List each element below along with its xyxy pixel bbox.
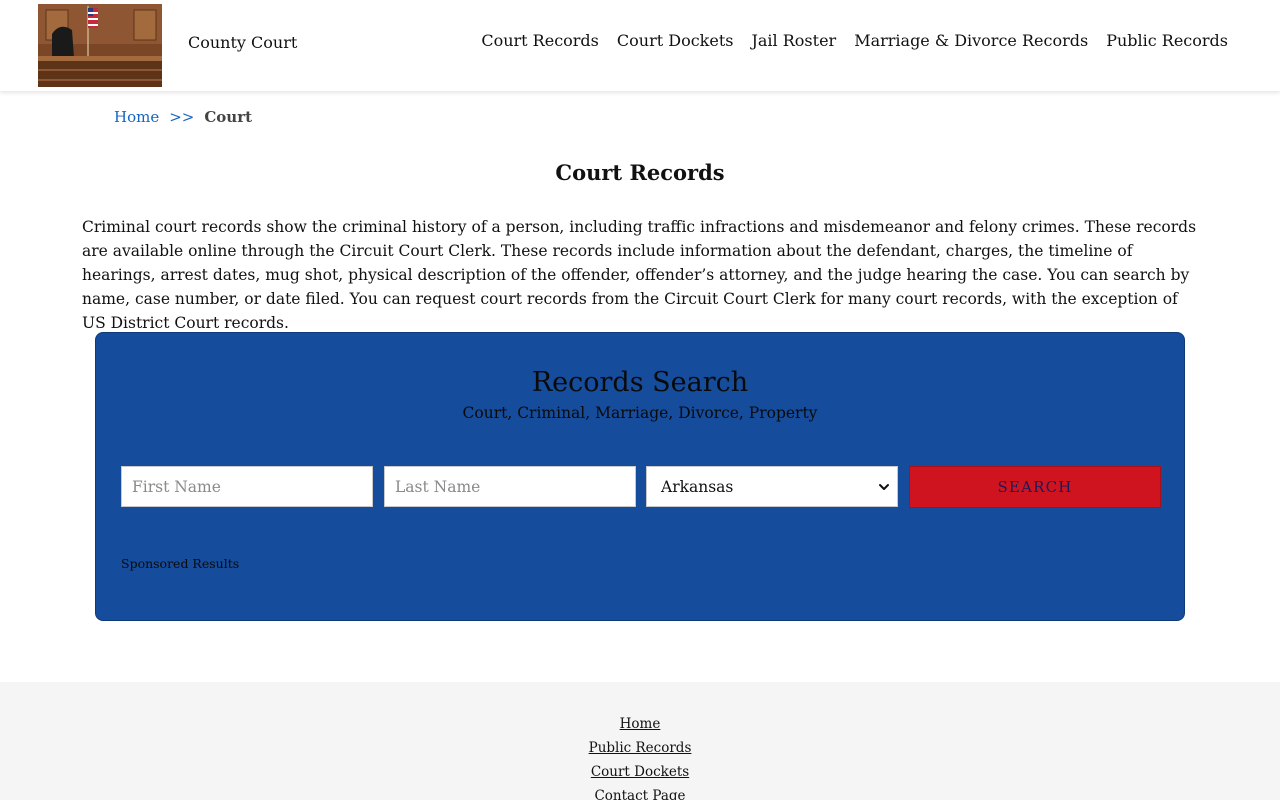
footer-link-home[interactable]: Home: [620, 715, 661, 733]
courtroom-logo-image[interactable]: [38, 4, 162, 87]
state-select[interactable]: Arkansas: [646, 466, 898, 507]
intro-paragraph: Criminal court records show the criminal…: [82, 218, 1197, 332]
site-header: County Court Court Records Court Dockets…: [0, 0, 1280, 91]
footer-link-public-records[interactable]: Public Records: [589, 739, 692, 757]
footer-link-court-dockets[interactable]: Court Dockets: [591, 763, 689, 781]
state-select-value: Arkansas: [661, 477, 734, 496]
site-name[interactable]: County Court: [188, 33, 297, 52]
footer-links: Home Public Records Court Dockets Contac…: [0, 715, 1280, 800]
breadcrumb-current: Court: [204, 108, 253, 126]
footer-link-contact-page[interactable]: Contact Page: [594, 787, 685, 800]
last-name-input[interactable]: [384, 466, 636, 507]
nav-jail-roster[interactable]: Jail Roster: [751, 31, 836, 50]
breadcrumb-home-link[interactable]: Home: [114, 108, 159, 126]
main-nav: Court Records Court Dockets Jail Roster …: [481, 31, 1228, 50]
records-search-panel: Records Search Court, Criminal, Marriage…: [95, 332, 1185, 621]
search-panel-title: Records Search: [531, 367, 749, 398]
nav-court-dockets[interactable]: Court Dockets: [617, 31, 734, 50]
breadcrumb-separator: >>: [169, 108, 195, 126]
breadcrumb: Home >> Court: [114, 108, 252, 126]
site-footer: Home Public Records Court Dockets Contac…: [0, 682, 1280, 800]
sponsored-results-label: Sponsored Results: [121, 556, 240, 571]
nav-public-records[interactable]: Public Records: [1106, 31, 1228, 50]
page-title: Court Records: [555, 160, 725, 185]
first-name-input[interactable]: [121, 466, 373, 507]
chevron-down-icon: [879, 484, 889, 490]
nav-court-records[interactable]: Court Records: [481, 31, 599, 50]
search-button[interactable]: SEARCH: [909, 466, 1161, 508]
search-panel-subtitle: Court, Criminal, Marriage, Divorce, Prop…: [462, 404, 818, 422]
nav-marriage-divorce-records[interactable]: Marriage & Divorce Records: [854, 31, 1088, 50]
